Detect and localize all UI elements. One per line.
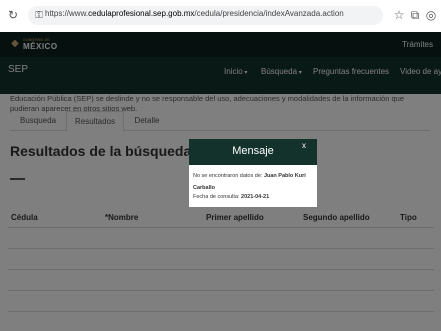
modal-message: No se encontraron datos de: Juan Pablo K… (193, 173, 306, 191)
close-icon[interactable]: x (302, 141, 306, 150)
collections-icon[interactable]: ⧉ (408, 8, 422, 22)
profile-icon[interactable]: ◎ (424, 8, 438, 22)
lock-icon: ⚿ (35, 10, 43, 21)
modal-date: Fecha de consulta: 2021-04-21 (193, 194, 270, 200)
modal-title: Mensaje (232, 145, 274, 157)
url-text: https://www.cedulaprofesional.sep.gob.mx… (45, 9, 344, 18)
reload-icon[interactable]: ↻ (6, 8, 20, 22)
favorites-icon[interactable]: ☆ (392, 8, 406, 22)
